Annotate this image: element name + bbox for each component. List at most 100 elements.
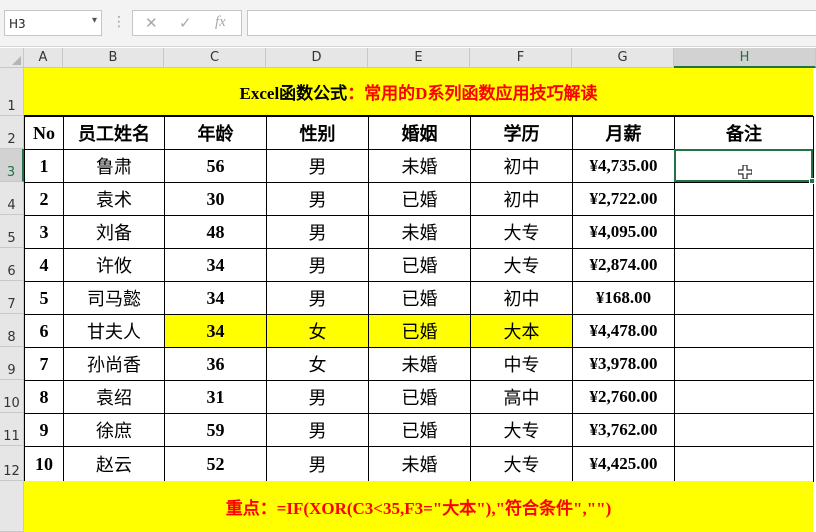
salary-cell[interactable]: ¥4,735.00 xyxy=(572,149,675,183)
name-cell[interactable]: 司马懿 xyxy=(63,281,165,315)
column-header-c[interactable]: C xyxy=(164,48,266,68)
salary-cell[interactable]: ¥4,095.00 xyxy=(572,215,675,249)
education-cell[interactable]: 中专 xyxy=(470,347,573,381)
name-cell[interactable]: 甘夫人 xyxy=(63,314,165,348)
gender-cell[interactable]: 男 xyxy=(266,215,369,249)
cancel-icon[interactable]: ✕ xyxy=(145,14,158,32)
no-cell[interactable]: 1 xyxy=(24,149,64,183)
row-header-11[interactable]: 11 xyxy=(0,413,24,446)
education-cell[interactable]: 大专 xyxy=(470,215,573,249)
salary-cell[interactable]: ¥168.00 xyxy=(572,281,675,315)
formula-input[interactable] xyxy=(247,10,816,36)
no-cell[interactable]: 5 xyxy=(24,281,64,315)
note-cell[interactable] xyxy=(674,413,814,447)
row-header-9[interactable]: 9 xyxy=(0,347,24,380)
row-header-6[interactable]: 6 xyxy=(0,248,24,281)
marital-cell[interactable]: 未婚 xyxy=(368,347,471,381)
education-cell[interactable]: 大本 xyxy=(470,314,573,348)
name-cell[interactable]: 徐庶 xyxy=(63,413,165,447)
column-header-e[interactable]: E xyxy=(368,48,470,68)
row-header-8[interactable]: 8 xyxy=(0,314,24,347)
marital-cell[interactable]: 已婚 xyxy=(368,413,471,447)
age-cell[interactable]: 34 xyxy=(164,248,267,282)
age-cell[interactable]: 36 xyxy=(164,347,267,381)
age-cell[interactable]: 30 xyxy=(164,182,267,216)
no-cell[interactable]: 6 xyxy=(24,314,64,348)
name-box-dropdown-icon[interactable]: ▾ xyxy=(92,15,97,26)
note-cell[interactable] xyxy=(674,347,814,381)
header-cell[interactable]: 备注 xyxy=(674,116,814,150)
no-cell[interactable]: 9 xyxy=(24,413,64,447)
gender-cell[interactable]: 男 xyxy=(266,149,369,183)
name-cell[interactable]: 孙尚香 xyxy=(63,347,165,381)
age-cell[interactable]: 59 xyxy=(164,413,267,447)
education-cell[interactable]: 初中 xyxy=(470,281,573,315)
gender-cell[interactable]: 男 xyxy=(266,380,369,414)
name-cell[interactable]: 袁绍 xyxy=(63,380,165,414)
age-cell[interactable]: 34 xyxy=(164,281,267,315)
marital-cell[interactable]: 已婚 xyxy=(368,248,471,282)
gender-cell[interactable]: 男 xyxy=(266,248,369,282)
enter-icon[interactable]: ✓ xyxy=(179,14,192,32)
column-header-a[interactable]: A xyxy=(24,48,63,68)
row-header-12[interactable]: 12 xyxy=(0,446,24,481)
salary-cell[interactable]: ¥3,762.00 xyxy=(572,413,675,447)
name-cell[interactable]: 鲁肃 xyxy=(63,149,165,183)
row-header-5[interactable]: 5 xyxy=(0,215,24,248)
row-header-1[interactable]: 1 xyxy=(0,68,24,116)
note-cell[interactable] xyxy=(674,281,814,315)
select-all-corner[interactable] xyxy=(0,48,24,68)
salary-cell[interactable]: ¥2,760.00 xyxy=(572,380,675,414)
age-cell[interactable]: 56 xyxy=(164,149,267,183)
header-cell[interactable]: 年龄 xyxy=(164,116,267,150)
gender-cell[interactable]: 女 xyxy=(266,347,369,381)
marital-cell[interactable]: 已婚 xyxy=(368,281,471,315)
row-header-2[interactable]: 2 xyxy=(0,116,24,149)
salary-cell[interactable]: ¥4,425.00 xyxy=(572,446,675,482)
marital-cell[interactable]: 已婚 xyxy=(368,314,471,348)
gender-cell[interactable]: 男 xyxy=(266,413,369,447)
marital-cell[interactable]: 未婚 xyxy=(368,215,471,249)
column-header-b[interactable]: B xyxy=(63,48,164,68)
no-cell[interactable]: 7 xyxy=(24,347,64,381)
gender-cell[interactable]: 男 xyxy=(266,446,369,482)
row-header-13[interactable] xyxy=(0,481,24,532)
age-cell[interactable]: 52 xyxy=(164,446,267,482)
header-cell[interactable]: 性别 xyxy=(266,116,369,150)
insert-function-icon[interactable]: fx xyxy=(215,14,226,31)
name-cell[interactable]: 刘备 xyxy=(63,215,165,249)
salary-cell[interactable]: ¥3,978.00 xyxy=(572,347,675,381)
header-cell[interactable]: 学历 xyxy=(470,116,573,150)
note-cell[interactable] xyxy=(674,182,814,216)
gender-cell[interactable]: 女 xyxy=(266,314,369,348)
name-cell[interactable]: 许攸 xyxy=(63,248,165,282)
header-cell[interactable]: No xyxy=(24,116,64,150)
column-header-g[interactable]: G xyxy=(572,48,674,68)
age-cell[interactable]: 34 xyxy=(164,314,267,348)
marital-cell[interactable]: 已婚 xyxy=(368,380,471,414)
no-cell[interactable]: 8 xyxy=(24,380,64,414)
education-cell[interactable]: 大专 xyxy=(470,446,573,482)
salary-cell[interactable]: ¥2,874.00 xyxy=(572,248,675,282)
gender-cell[interactable]: 男 xyxy=(266,281,369,315)
sheet-title-cell[interactable]: Excel函数公式 ：常用的D系列函数应用技巧解读 xyxy=(24,68,813,116)
header-cell[interactable]: 月薪 xyxy=(572,116,675,150)
age-cell[interactable]: 31 xyxy=(164,380,267,414)
header-cell[interactable]: 婚姻 xyxy=(368,116,471,150)
column-header-d[interactable]: D xyxy=(266,48,368,68)
no-cell[interactable]: 10 xyxy=(24,446,64,482)
age-cell[interactable]: 48 xyxy=(164,215,267,249)
note-cell[interactable] xyxy=(674,314,814,348)
gender-cell[interactable]: 男 xyxy=(266,182,369,216)
row-header-7[interactable]: 7 xyxy=(0,281,24,314)
marital-cell[interactable]: 未婚 xyxy=(368,149,471,183)
education-cell[interactable]: 大专 xyxy=(470,413,573,447)
marital-cell[interactable]: 已婚 xyxy=(368,182,471,216)
row-header-4[interactable]: 4 xyxy=(0,182,24,215)
education-cell[interactable]: 初中 xyxy=(470,149,573,183)
formula-note-cell[interactable]: 重点：=IF(XOR(C3<35,F3="大本"),"符合条件","") xyxy=(24,481,813,532)
marital-cell[interactable]: 未婚 xyxy=(368,446,471,482)
education-cell[interactable]: 高中 xyxy=(470,380,573,414)
note-cell[interactable] xyxy=(674,215,814,249)
note-cell[interactable] xyxy=(674,446,814,482)
